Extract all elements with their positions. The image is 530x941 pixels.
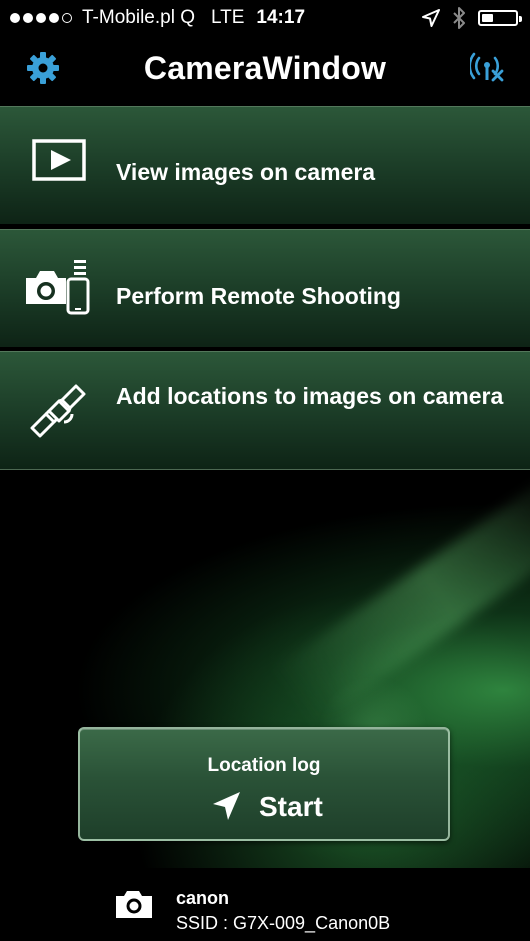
carrier-name: T-Mobile.pl Q — [82, 7, 195, 28]
location-log-label: Location log — [207, 755, 321, 776]
menu-item-view-images[interactable]: View images on camera — [0, 106, 530, 224]
camera-name: canon — [176, 888, 230, 908]
menu-item-label: View images on camera — [116, 159, 376, 185]
main-menu: View images on camera Perform Remote Sho… — [0, 106, 530, 470]
signal-strength — [10, 13, 72, 23]
signal-dot — [23, 13, 33, 23]
remote-camera-icon — [26, 260, 90, 315]
app-title: CameraWindow — [143, 50, 387, 86]
connected-camera-bar: canon SSID : G7X-009_Canon0B — [0, 868, 530, 941]
signal-dot — [49, 13, 59, 23]
signal-dot — [10, 13, 20, 23]
battery-level — [482, 14, 493, 22]
camera-icon — [116, 891, 152, 918]
navigation-bar: CameraWindow — [0, 36, 530, 106]
navigation-arrow-icon — [213, 792, 240, 820]
satellite-icon — [30, 384, 86, 438]
clock: 14:17 — [256, 7, 306, 28]
menu-item-remote-shooting[interactable]: Perform Remote Shooting — [0, 229, 530, 347]
menu-item-label: Add locations to images on camera — [116, 383, 504, 409]
status-bar: T-Mobile.pl Q LTE 14:17 — [0, 0, 530, 36]
bluetooth-icon — [453, 7, 465, 29]
wifi-disconnect-icon[interactable] — [470, 52, 504, 84]
location-log-start-button[interactable]: Location log Start — [78, 727, 450, 841]
signal-dot — [36, 13, 46, 23]
location-services-icon — [422, 9, 440, 27]
network-type: LTE — [210, 7, 245, 28]
camera-ssid: SSID : G7X-009_Canon0B — [176, 913, 391, 933]
start-label: Start — [259, 791, 323, 822]
play-icon — [32, 139, 86, 181]
menu-item-add-locations[interactable]: Add locations to images on camera — [0, 351, 530, 469]
battery-icon — [478, 10, 522, 26]
signal-dot — [62, 13, 72, 23]
menu-item-label: Perform Remote Shooting — [116, 283, 401, 309]
